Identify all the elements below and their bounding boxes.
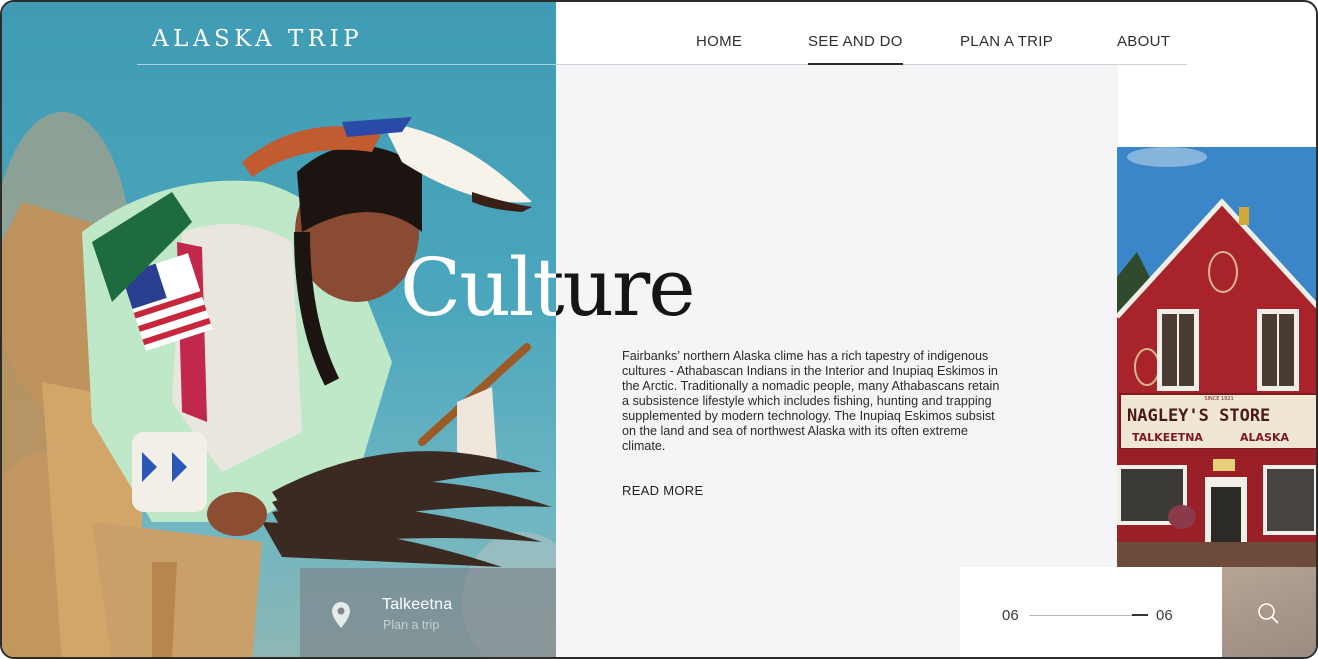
location-card[interactable]: Talkeetna Plan a trip (300, 568, 556, 657)
slide-progress-indicator (1132, 614, 1148, 616)
page-frame: ALASKA TRIP HOME SEE AND DO PLAN A TRIP … (0, 0, 1318, 659)
map-pin-icon (332, 602, 350, 628)
nav-about[interactable]: ABOUT (1117, 33, 1170, 50)
slide-current: 06 (1002, 607, 1019, 624)
store-illustration: SINCE 1921 NAGLEY'S STORE TALKEETNA ALAS… (1117, 147, 1316, 567)
header-divider-left (137, 64, 556, 65)
location-plan-link[interactable]: Plan a trip (383, 618, 439, 632)
hero-description: Fairbanks’ northern Alaska clime has a r… (622, 349, 1000, 453)
sign-store-name: NAGLEY'S STORE (1127, 406, 1270, 426)
nav-plan-a-trip[interactable]: PLAN A TRIP (960, 33, 1053, 50)
sign-state: ALASKA (1240, 431, 1289, 444)
hero-title: Culture Culture (400, 238, 700, 338)
slide-total: 06 (1156, 607, 1173, 624)
nav-see-and-do[interactable]: SEE AND DO (808, 33, 903, 65)
store-photo: SINCE 1921 NAGLEY'S STORE TALKEETNA ALAS… (1117, 147, 1316, 567)
read-more-link[interactable]: READ MORE (622, 483, 703, 498)
sign-town: TALKEETNA (1132, 431, 1203, 444)
sign-since-text: SINCE 1921 (1204, 396, 1233, 402)
main-nav: HOME SEE AND DO PLAN A TRIP ABOUT (2, 33, 1316, 65)
nav-home[interactable]: HOME (696, 33, 742, 50)
location-name: Talkeetna (382, 596, 453, 613)
search-icon (1258, 603, 1279, 624)
slide-progress-track (1029, 615, 1147, 616)
slide-counter: 06 06 (960, 567, 1222, 657)
search-button[interactable] (1222, 567, 1316, 657)
